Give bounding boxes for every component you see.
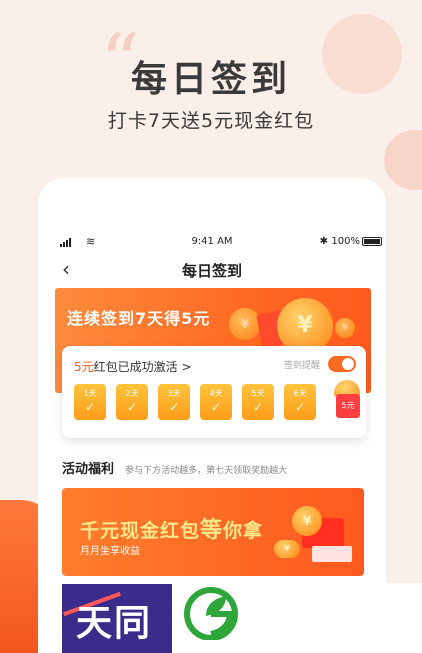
decor-half-circle: [384, 130, 422, 190]
day-label: 1天: [83, 389, 97, 398]
welfare-section: 活动福利 参与下方活动越多，第七天领取奖励越大: [62, 458, 372, 477]
activated-amount: 5元: [74, 360, 94, 374]
coin-icon: ¥: [292, 506, 322, 536]
coin-icon: ¥: [335, 318, 355, 338]
check-icon: ✓: [168, 400, 180, 414]
brand-logo-icon[interactable]: [184, 586, 240, 640]
day-label: 2天: [125, 389, 139, 398]
activated-link[interactable]: 5元红包已成功激活 >: [74, 358, 192, 375]
bluetooth-icon: ✱: [319, 236, 328, 247]
second-promo-text: 天同: [76, 603, 153, 644]
day-list: 1天 ✓ 2天 ✓ 3天 ✓ 4天 ✓ 5天 ✓ 6天 ✓ 5元: [74, 380, 364, 428]
day-item[interactable]: 2天 ✓: [116, 384, 148, 420]
check-icon: ✓: [294, 400, 306, 414]
remind-toggle[interactable]: [328, 356, 356, 372]
day-item[interactable]: 3天 ✓: [158, 384, 190, 420]
welfare-subtitle: 参与下方活动越多，第七天领取奖励越大: [125, 466, 288, 476]
day-label: 6天: [293, 389, 307, 398]
coin-icon: ¥: [229, 308, 261, 340]
cash-promo-banner[interactable]: 千元现金红包等你拿 月月坐享收益 ¥ ¥: [62, 488, 364, 576]
gift-label: 5元: [336, 394, 360, 418]
gift-icon[interactable]: 5元: [332, 380, 364, 420]
promo-title: 千元现金红包等你拿: [80, 518, 264, 543]
check-icon: ✓: [126, 400, 138, 414]
cash-stack-icon: [312, 546, 352, 562]
day-label: 5天: [251, 389, 265, 398]
day-item[interactable]: 1天 ✓: [74, 384, 106, 420]
promo-subtitle: 月月坐享收益: [80, 546, 140, 557]
remind-label: 签到提醒: [283, 361, 320, 371]
checkin-card: 5元红包已成功激活 > 签到提醒 1天 ✓ 2天 ✓ 3天 ✓ 4天 ✓ 5天: [62, 346, 366, 438]
day-item[interactable]: 5天 ✓: [242, 384, 274, 420]
status-bar: ≋ 9:41 AM ✱ 100%: [38, 235, 386, 250]
coin-icon: ¥: [274, 540, 300, 558]
page-title: 每日签到: [181, 262, 242, 280]
second-promo-banner[interactable]: 天同: [62, 584, 172, 653]
day-item[interactable]: 4天 ✓: [200, 384, 232, 420]
banner-text: 连续签到7天得5元: [67, 309, 211, 328]
day-label: 3天: [167, 389, 181, 398]
battery-icon: [362, 237, 382, 246]
check-icon: ✓: [84, 400, 96, 414]
check-icon: ✓: [252, 400, 264, 414]
phone-mockup: ≋ 9:41 AM ✱ 100% ‹ 每日签到 连续签到7天得5元 ¥ ¥ ¥ …: [38, 178, 386, 653]
day-item[interactable]: 6天 ✓: [284, 384, 316, 420]
hero-subtitle: 打卡7天送5元现金红包: [107, 110, 315, 132]
nav-bar: ‹ 每日签到: [38, 258, 386, 282]
day-label: 4天: [209, 389, 223, 398]
activated-text: 红包已成功激活 >: [93, 360, 192, 374]
hero-title: 每日签到: [130, 59, 291, 100]
battery-percent: 100%: [331, 236, 360, 247]
check-icon: ✓: [210, 400, 222, 414]
welfare-title: 活动福利: [62, 462, 115, 477]
